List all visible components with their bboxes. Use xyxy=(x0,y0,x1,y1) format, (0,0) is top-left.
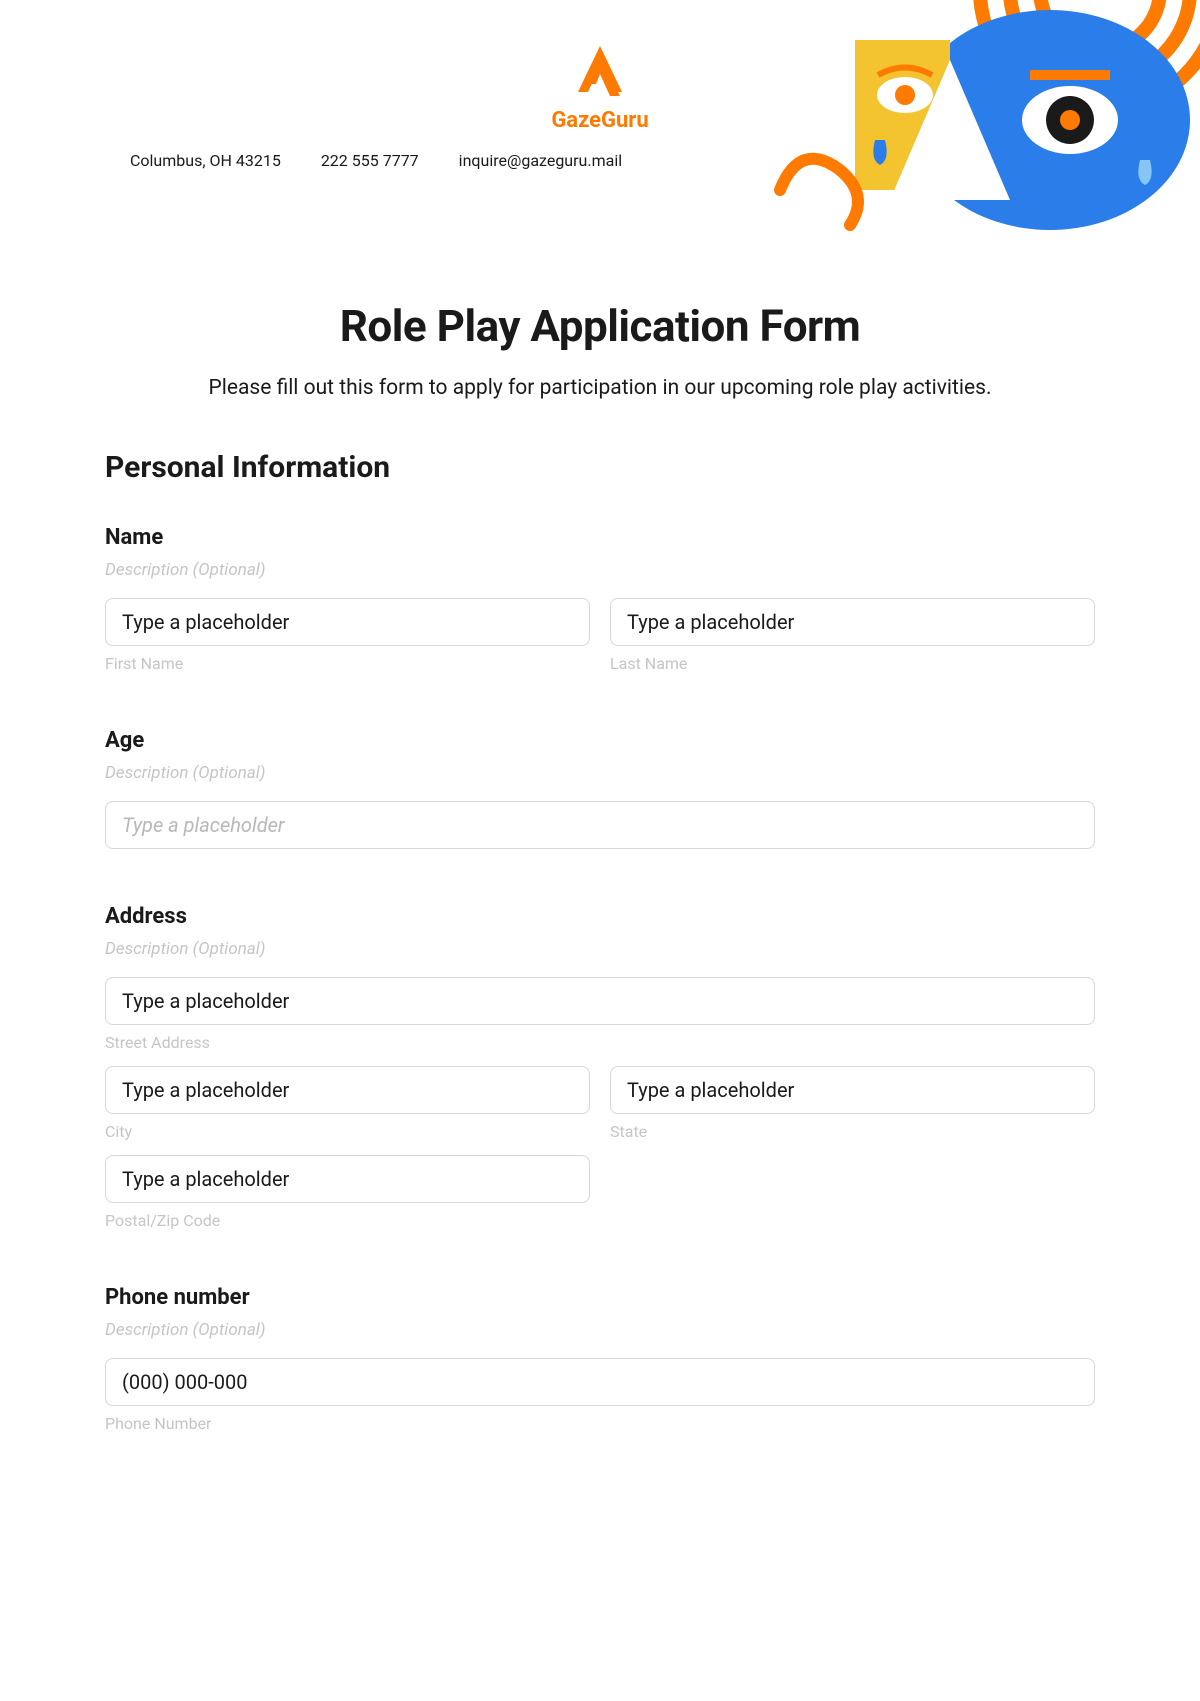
phone-desc: Description (Optional) xyxy=(105,1320,1095,1340)
name-desc: Description (Optional) xyxy=(105,560,1095,580)
phone-label: Phone number xyxy=(105,1285,1095,1310)
field-name: Name Description (Optional) First Name L… xyxy=(105,525,1095,673)
logo-block: GazeGuru xyxy=(500,40,700,133)
address-label: Address xyxy=(105,904,1095,929)
street-sublabel: Street Address xyxy=(105,1033,1095,1052)
phone-input[interactable] xyxy=(105,1358,1095,1406)
name-label: Name xyxy=(105,525,1095,550)
postal-input[interactable] xyxy=(105,1155,590,1203)
field-phone: Phone number Description (Optional) Phon… xyxy=(105,1285,1095,1433)
form-main: Role Play Application Form Please fill o… xyxy=(0,190,1200,1528)
logo-icon xyxy=(570,40,630,100)
street-input[interactable] xyxy=(105,977,1095,1025)
section-personal-heading: Personal Information xyxy=(105,450,1095,485)
address-desc: Description (Optional) xyxy=(105,939,1095,959)
logo-text: GazeGuru xyxy=(500,108,700,133)
field-age: Age Description (Optional) xyxy=(105,728,1095,849)
last-name-input[interactable] xyxy=(610,598,1095,646)
header: GazeGuru Columbus, OH 43215 222 555 7777… xyxy=(0,0,1200,190)
first-name-input[interactable] xyxy=(105,598,590,646)
postal-sublabel: Postal/Zip Code xyxy=(105,1211,590,1230)
city-input[interactable] xyxy=(105,1066,590,1114)
state-sublabel: State xyxy=(610,1122,1095,1141)
age-desc: Description (Optional) xyxy=(105,763,1095,783)
age-label: Age xyxy=(105,728,1095,753)
page-subtitle: Please fill out this form to apply for p… xyxy=(105,376,1095,400)
page-title: Role Play Application Form xyxy=(105,300,1095,352)
state-input[interactable] xyxy=(610,1066,1095,1114)
last-name-sublabel: Last Name xyxy=(610,654,1095,673)
age-input[interactable] xyxy=(105,801,1095,849)
header-contact-row: Columbus, OH 43215 222 555 7777 inquire@… xyxy=(130,151,1070,170)
city-sublabel: City xyxy=(105,1122,590,1141)
header-email: inquire@gazeguru.mail xyxy=(459,151,622,170)
header-phone: 222 555 7777 xyxy=(321,151,419,170)
first-name-sublabel: First Name xyxy=(105,654,590,673)
field-address: Address Description (Optional) Street Ad… xyxy=(105,904,1095,1230)
phone-sublabel: Phone Number xyxy=(105,1414,1095,1433)
header-address: Columbus, OH 43215 xyxy=(130,151,281,170)
